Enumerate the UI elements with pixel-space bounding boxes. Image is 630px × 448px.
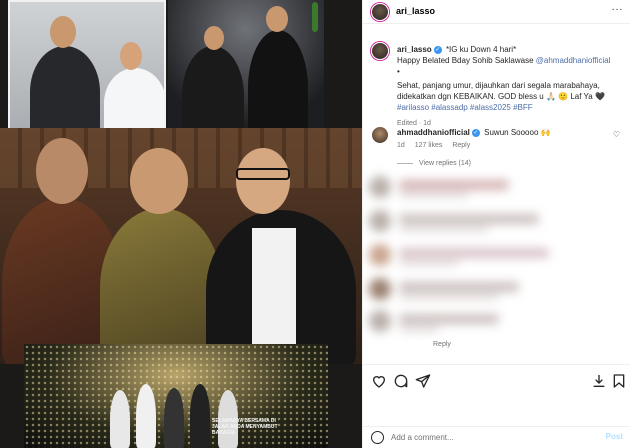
list-item: [363, 206, 630, 236]
post-detail-panel: ari_lasso ··· ari_lasso ✓ *IG ku Down 4 h…: [362, 0, 630, 448]
photo-duo-casual: [8, 0, 166, 134]
divider: [397, 162, 413, 164]
photo-trio-group: [0, 128, 362, 364]
caption-avatar[interactable]: [371, 42, 389, 60]
save-icon[interactable]: [611, 373, 627, 389]
download-icon[interactable]: [591, 373, 607, 389]
comment-likes[interactable]: 127 likes: [415, 142, 443, 149]
list-item: [363, 240, 630, 270]
caption-line1: *IG ku Down 4 hari*: [445, 45, 517, 54]
reply-button[interactable]: Reply: [452, 142, 470, 149]
comment-username[interactable]: ahmaddhaniofficial: [397, 128, 470, 137]
caption-bullet: •: [397, 67, 400, 76]
blurred-reply-button[interactable]: Reply: [433, 341, 451, 348]
list-item: [363, 306, 630, 336]
mention-link[interactable]: @ahmaddhaniofficial: [536, 56, 611, 65]
list-item: [363, 274, 630, 304]
comment: ahmaddhaniofficial ✓ Suwun Sooooo 🙌: [397, 128, 617, 137]
comment-input[interactable]: [391, 430, 581, 445]
comment-text: Suwun Sooooo 🙌: [484, 128, 551, 137]
post-header: ari_lasso ···: [363, 0, 630, 24]
caption-line2: Happy Belated Bday Sohib Saklawase: [397, 56, 536, 65]
media-caption: SELAMANYA BERSAMA DI JALAN ANDA MENYAMBU…: [212, 418, 278, 436]
photo-stage-duo: [168, 0, 324, 146]
share-icon[interactable]: [415, 373, 431, 389]
photo-concert-stage: [24, 344, 328, 448]
action-bar: [363, 364, 630, 400]
view-replies-label: View replies (14): [419, 160, 472, 167]
avatar[interactable]: [371, 3, 389, 21]
emoji-icon[interactable]: [371, 431, 384, 444]
caption-username[interactable]: ari_lasso: [397, 45, 432, 54]
caption-line3: Sehat, panjang umur, dijauhkan dari sega…: [397, 81, 605, 101]
add-comment-bar: Post: [363, 426, 630, 448]
post-media[interactable]: SELAMANYA BERSAMA DI JALAN ANDA MENYAMBU…: [0, 0, 362, 448]
comment-meta: 1d 127 likes Reply: [397, 142, 478, 149]
header-username[interactable]: ari_lasso: [396, 6, 435, 16]
list-item: [363, 172, 630, 202]
comment-time: 1d: [397, 142, 405, 149]
verified-icon: ✓: [471, 128, 480, 137]
caption: ari_lasso ✓ *IG ku Down 4 hari* Happy Bel…: [397, 44, 623, 129]
hashtags-link[interactable]: #arilasso #alassadp #alass2025 #BFF: [397, 103, 533, 112]
verified-icon: ✓: [433, 45, 442, 54]
view-replies-button[interactable]: View replies (14): [397, 160, 471, 167]
heart-icon[interactable]: [371, 373, 387, 389]
comment-heart-icon[interactable]: ♡: [613, 130, 620, 139]
post-button[interactable]: Post: [606, 432, 623, 441]
more-icon[interactable]: ···: [612, 4, 624, 15]
comment-avatar[interactable]: [371, 126, 389, 144]
comment-icon[interactable]: [393, 373, 409, 389]
